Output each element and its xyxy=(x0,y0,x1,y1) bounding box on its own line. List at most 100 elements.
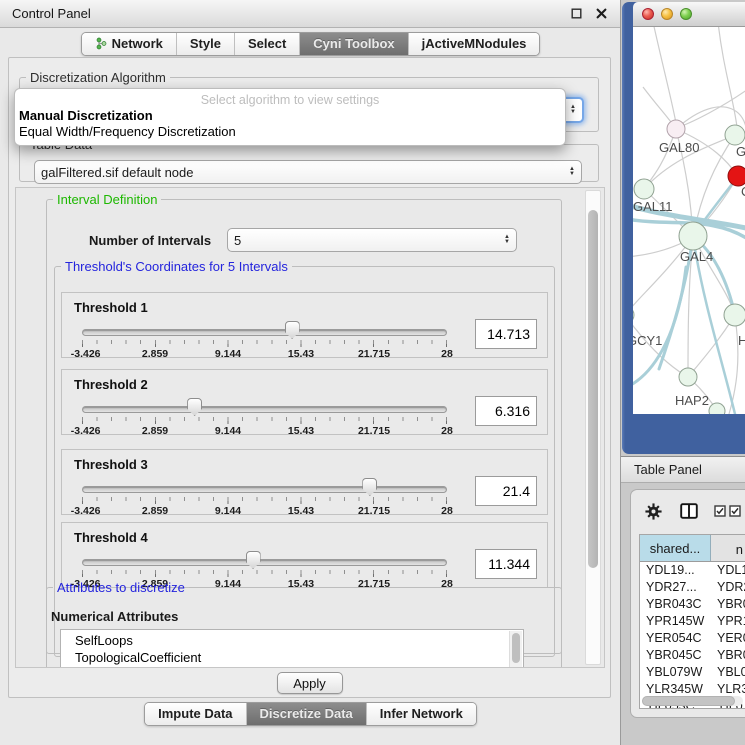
float-window-icon[interactable] xyxy=(570,7,583,20)
threshold-4-value[interactable]: 11.344 xyxy=(475,549,537,579)
threshold-1-value[interactable]: 14.713 xyxy=(475,319,537,349)
table-data-select[interactable]: galFiltered.sif default node ▲▼ xyxy=(34,160,582,184)
threshold-2-value[interactable]: 6.316 xyxy=(475,396,537,426)
minimize-traffic-light-icon[interactable] xyxy=(661,8,673,20)
node-hap2[interactable] xyxy=(679,368,697,386)
node-label: GAL80 xyxy=(659,140,699,155)
slider-track[interactable] xyxy=(82,559,447,566)
node-h[interactable] xyxy=(724,304,745,326)
slider-thumb[interactable] xyxy=(285,321,300,339)
slider-ticks xyxy=(82,417,447,421)
column-header-shared-name[interactable]: shared... xyxy=(640,535,711,561)
scrollbar-thumb[interactable] xyxy=(642,696,735,706)
tab-network[interactable]: Network xyxy=(82,33,176,55)
node-gal4[interactable] xyxy=(679,222,707,250)
tab-style[interactable]: Style xyxy=(176,33,234,55)
threshold-1-slider[interactable]: -3.426 2.859 9.144 15.43 21.715 28 xyxy=(82,323,447,357)
table-header-row: shared... n xyxy=(640,535,745,562)
list-scrollbar[interactable] xyxy=(509,631,522,668)
table-row[interactable]: YER054CYER0 xyxy=(640,630,745,647)
node-top-right[interactable] xyxy=(725,125,745,145)
control-panel-tabs: Network Style Select Cyni Toolbox jActiv… xyxy=(0,32,621,56)
close-traffic-light-icon[interactable] xyxy=(642,8,654,20)
cell[interactable]: YBR045C xyxy=(640,647,711,664)
node-selected-red[interactable] xyxy=(728,166,745,186)
split-columns-icon[interactable] xyxy=(680,503,698,519)
control-panel-window: Control Panel Network Style Select Cyni … xyxy=(0,0,621,745)
tab-impute-data[interactable]: Impute Data xyxy=(145,703,245,725)
cell[interactable]: YDR27... xyxy=(640,579,711,596)
cell[interactable]: YPR1 xyxy=(711,613,745,630)
list-item[interactable]: SelfLoops xyxy=(61,632,523,649)
threshold-3-slider[interactable]: -3.426 2.859 9.144 15.43 21.715 28 xyxy=(82,480,447,514)
scrollbar-thumb[interactable] xyxy=(588,210,598,568)
cell[interactable]: YBR0 xyxy=(711,647,745,664)
apply-button[interactable]: Apply xyxy=(277,672,343,694)
cell[interactable]: YDL1 xyxy=(711,562,745,579)
tab-infer-network[interactable]: Infer Network xyxy=(366,703,476,725)
cell[interactable]: YPR145W xyxy=(640,613,711,630)
cell[interactable]: YBR0 xyxy=(711,596,745,613)
cell[interactable]: YBR043C xyxy=(640,596,711,613)
network-graph: GAL80 GA C GAL11 GAL4 GCY1 H HAP2 xyxy=(633,27,745,414)
cell[interactable]: YBL0 xyxy=(711,664,745,681)
table-row[interactable]: YBR045CYBR0 xyxy=(640,647,745,664)
threshold-2-slider[interactable]: -3.426 2.859 9.144 15.43 21.715 28 xyxy=(82,400,447,434)
table-panel-title: Table Panel xyxy=(634,462,702,477)
node-label: H xyxy=(738,333,745,348)
settings-scrollbar[interactable] xyxy=(585,190,601,665)
tab-discretize-data[interactable]: Discretize Data xyxy=(246,703,366,725)
node-bottom[interactable] xyxy=(709,403,725,414)
slider-track[interactable] xyxy=(82,329,447,336)
table-row[interactable]: YBR043CYBR0 xyxy=(640,596,745,613)
table-row[interactable]: YDL19...YDL1 xyxy=(640,562,745,579)
scrollbar-thumb[interactable] xyxy=(512,633,520,663)
slider-thumb[interactable] xyxy=(362,478,377,496)
tick-label: 2.859 xyxy=(142,425,168,437)
dropdown-option-equal-width-frequency[interactable]: Equal Width/Frequency Discretization xyxy=(15,124,565,140)
node-gal11[interactable] xyxy=(634,179,654,199)
node-label: GA xyxy=(736,144,745,159)
tick-label: 21.715 xyxy=(358,425,390,437)
tick-label: 28 xyxy=(441,348,453,360)
column-header-name[interactable]: n xyxy=(711,535,745,561)
checkbox-checked-icon[interactable] xyxy=(714,505,726,517)
node-gal80[interactable] xyxy=(667,120,685,138)
table-row[interactable]: YPR145WYPR1 xyxy=(640,613,745,630)
table-horizontal-scrollbar[interactable] xyxy=(642,696,743,706)
network-canvas[interactable]: GAL80 GA C GAL11 GAL4 GCY1 H HAP2 xyxy=(633,27,745,414)
gear-icon[interactable] xyxy=(645,503,662,520)
threshold-3-value[interactable]: 21.4 xyxy=(475,476,537,506)
interval-definition-group-title: Interval Definition xyxy=(53,192,161,207)
table-panel-titlebar: Table Panel xyxy=(621,456,745,483)
tab-jactivemnodules[interactable]: jActiveMNodules xyxy=(408,33,540,55)
threshold-4-panel: Threshold 4 -3.426 2.859 9.144 15.43 xyxy=(61,522,548,588)
threshold-3-label: Threshold 3 xyxy=(74,457,148,472)
list-item[interactable]: BetweennessCentrality xyxy=(61,666,523,668)
slider-track[interactable] xyxy=(82,486,447,493)
number-of-intervals-select[interactable]: 5 ▲▼ xyxy=(227,228,517,252)
table-row[interactable]: YDR27...YDR2 xyxy=(640,579,745,596)
table-row[interactable]: YBL079WYBL0 xyxy=(640,664,745,681)
slider-thumb[interactable] xyxy=(246,551,261,569)
cell[interactable]: YBL079W xyxy=(640,664,711,681)
cell[interactable]: YER0 xyxy=(711,630,745,647)
slider-thumb[interactable] xyxy=(187,398,202,416)
node-gcy1[interactable] xyxy=(633,306,634,324)
zoom-traffic-light-icon[interactable] xyxy=(680,8,692,20)
cell[interactable]: YDL19... xyxy=(640,562,711,579)
dropdown-option-manual-discretization[interactable]: Manual Discretization xyxy=(15,108,565,124)
table-data-select-value: galFiltered.sif default node xyxy=(41,165,563,180)
cell[interactable]: YDR2 xyxy=(711,579,745,596)
tick-label: 15.43 xyxy=(288,425,314,437)
table-panel: shared... n YDL19...YDL1 YDR27...YDR2 YB… xyxy=(630,489,745,718)
checkbox-checked-icon[interactable] xyxy=(729,505,741,517)
cell[interactable]: YER054C xyxy=(640,630,711,647)
list-item[interactable]: TopologicalCoefficient xyxy=(61,649,523,666)
tab-cyni-toolbox[interactable]: Cyni Toolbox xyxy=(299,33,407,55)
tab-select[interactable]: Select xyxy=(234,33,299,55)
close-icon[interactable] xyxy=(595,7,608,20)
tab-style-label: Style xyxy=(190,36,221,51)
tick-label: -3.426 xyxy=(71,505,101,517)
slider-track[interactable] xyxy=(82,406,447,413)
